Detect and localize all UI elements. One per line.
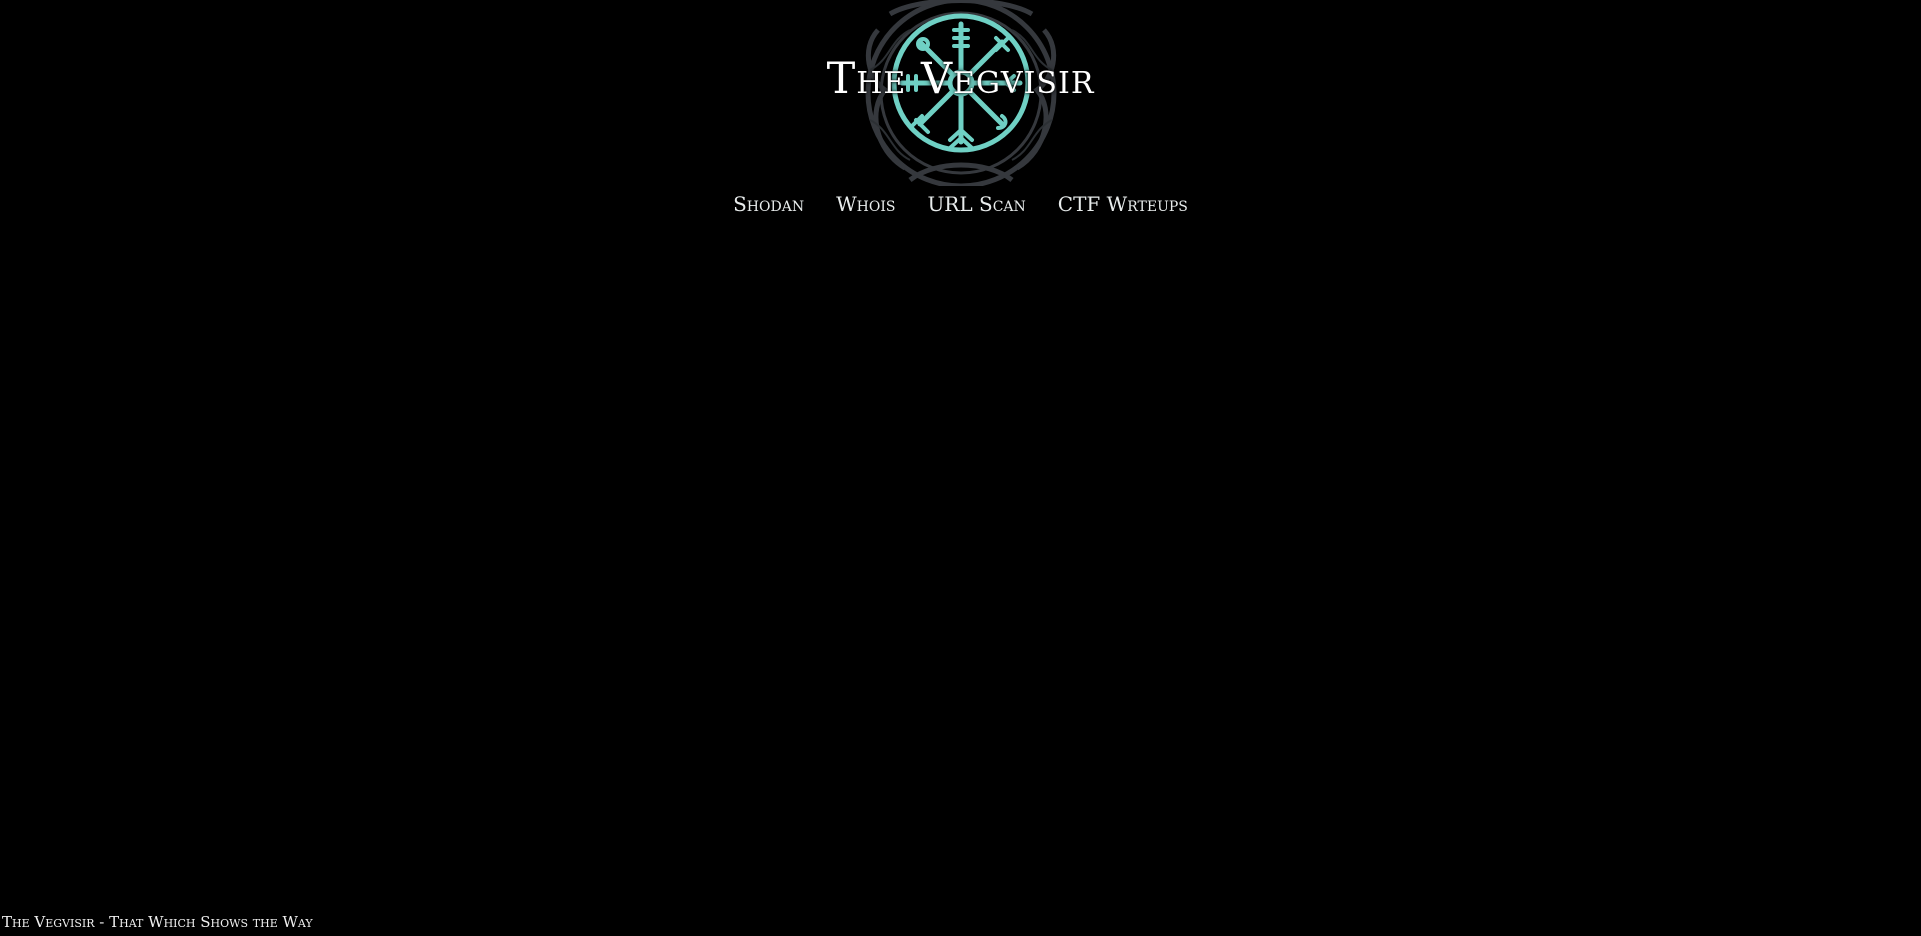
main-nav: Shodan Whois URL Scan CTF Wrteups xyxy=(0,194,1921,214)
site-header: The Vegvisir xyxy=(0,0,1921,190)
nav-link-whois[interactable]: Whois xyxy=(836,194,895,214)
site-title: The Vegvisir xyxy=(826,54,1095,104)
nav-link-ctf-writeups[interactable]: CTF Wrteups xyxy=(1058,194,1188,214)
nav-link-url-scan[interactable]: URL Scan xyxy=(927,194,1025,214)
footer-tagline: The Vegvisir - That Which Shows the Way xyxy=(2,913,313,931)
nav-link-shodan[interactable]: Shodan xyxy=(733,194,804,214)
